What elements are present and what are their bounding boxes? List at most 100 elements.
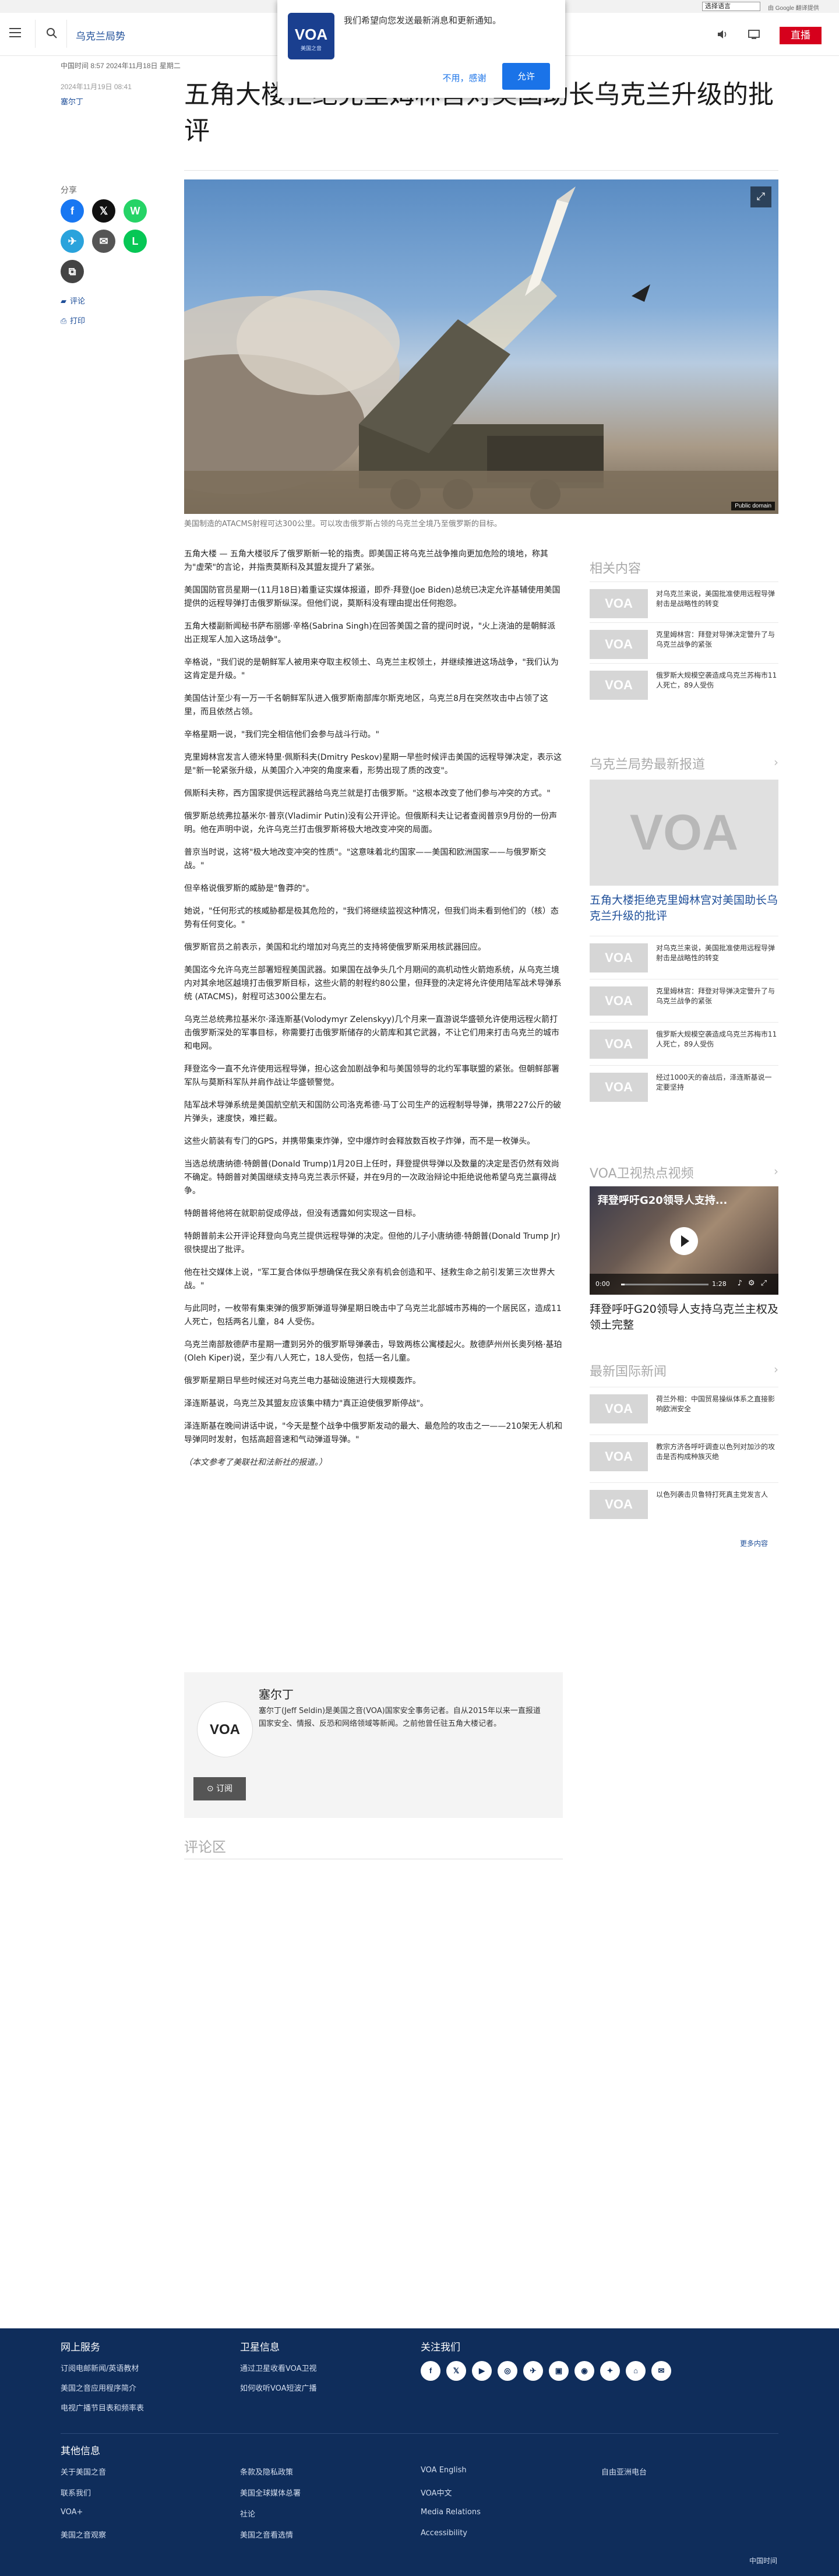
rss-icon[interactable]: ✦ (600, 2361, 620, 2381)
app-icon[interactable]: ◉ (574, 2361, 594, 2381)
telegram-icon[interactable]: ✈ (523, 2361, 543, 2381)
more-link[interactable]: 更多内容 (740, 1538, 768, 1548)
ukraine-item[interactable]: VOA 俄罗斯大规模空袭造成乌克兰苏梅市11人死亡，89人受伤 (590, 1022, 778, 1063)
author-name[interactable]: 塞尔丁 (259, 1685, 294, 1702)
related-item-title[interactable]: 对乌克兰来说，美国批准使用远程导弹射击是战略性的转变 (656, 589, 778, 609)
live-button[interactable]: 直播 (780, 27, 822, 44)
paragraph: 辛格星期一说，"我们完全相信他们会参与战斗行动。" (184, 730, 379, 739)
line-share-icon[interactable]: L (124, 230, 147, 253)
author-link[interactable]: 塞尔丁 (61, 96, 83, 107)
tv-icon[interactable] (748, 29, 760, 39)
ukraine-heading[interactable]: 乌克兰局势最新报道 › (590, 754, 778, 773)
video-caption[interactable]: 拜登呼吁G20领导人支持乌克兰主权及领土完整 (590, 1302, 778, 1333)
footer-link[interactable]: 美国之音应用程序简介 (61, 2382, 136, 2393)
copy-link-icon[interactable]: ⧉ (61, 260, 84, 283)
thumbnail: VOA (590, 671, 648, 700)
comment-link[interactable]: ▰ 评论 (61, 295, 85, 306)
article-body: 五角大楼 — 五角大楼驳斥了俄罗斯新一轮的指责。即美国正将乌克兰战争推向更加危险… (184, 548, 563, 1479)
logo-text: VOA (294, 26, 328, 43)
paragraph: 但辛格说俄罗斯的威胁是"鲁莽的"。 (184, 884, 314, 893)
ukraine-item-title[interactable]: 克里姆林宫：拜登对导弹决定警升了与乌克兰战争的紧张 (656, 986, 778, 1006)
email-share-icon[interactable]: ✉ (92, 230, 115, 253)
featured-thumbnail[interactable]: VOA (590, 780, 778, 886)
video-controls: 0:00 1:28 ♪⚙⤢ (590, 1274, 778, 1295)
instagram-icon[interactable]: ◎ (498, 2361, 517, 2381)
video-progress-fill (621, 1284, 625, 1285)
related-item[interactable]: VOA 俄罗斯大规模空袭造成乌克兰苏梅市11人死亡，89人受伤 (590, 663, 778, 704)
play-icon[interactable] (670, 1227, 698, 1255)
expand-icon[interactable]: ⤢ (750, 186, 771, 207)
video-heading-label: VOA卫视热点视频 (590, 1167, 694, 1181)
intl-item[interactable]: VOA 以色列袭击贝鲁特打死真主党发言人 (590, 1482, 778, 1523)
intl-heading[interactable]: 最新国际新闻 › (590, 1361, 778, 1380)
intl-item[interactable]: VOA 教宗方济各呼吁调查以色列对加沙的攻击是否构成种族灭绝 (590, 1435, 778, 1475)
facebook-share-icon[interactable]: f (61, 199, 84, 223)
video-control-icons[interactable]: ♪⚙⤢ (738, 1279, 773, 1288)
video-player[interactable]: 拜登呼吁G20领导人支持... 0:00 1:28 ♪⚙⤢ (590, 1186, 778, 1295)
ukraine-item[interactable]: VOA 克里姆林宫：拜登对导弹决定警升了与乌克兰战争的紧张 (590, 979, 778, 1020)
subscribe-button[interactable]: ⊙ 订阅 (193, 1777, 246, 1800)
footer-link[interactable]: VOA English (421, 2466, 467, 2475)
facebook-icon[interactable]: f (421, 2361, 440, 2381)
print-link[interactable]: ⎙ 打印 (61, 315, 85, 326)
telegram-share-icon[interactable]: ✈ (61, 230, 84, 253)
logo-subtext: 美国之音 (300, 46, 322, 52)
footer-link[interactable]: 社论 (240, 2508, 255, 2519)
section-title[interactable]: 乌克兰局势 (76, 28, 125, 43)
footer-link[interactable]: 美国之音看选情 (240, 2529, 293, 2540)
thumbnail: VOA (590, 630, 648, 659)
search-icon[interactable] (45, 27, 58, 40)
home-icon[interactable]: ⌂ (626, 2361, 646, 2381)
x-icon[interactable]: 𝕏 (446, 2361, 466, 2381)
ukraine-item-title[interactable]: 俄罗斯大规模空袭造成乌克兰苏梅市11人死亡，89人受伤 (656, 1030, 778, 1049)
video-overlay-title: 拜登呼吁G20领导人支持... (598, 1194, 728, 1207)
footer-link[interactable]: 美国全球媒体总署 (240, 2487, 301, 2498)
related-item[interactable]: VOA 克里姆林宫：拜登对导弹决定警升了与乌克兰战争的紧张 (590, 622, 778, 663)
video-progress-bar[interactable] (621, 1284, 708, 1285)
ukraine-item-title[interactable]: 对乌克兰来说，美国批准使用远程导弹射击是战略性的转变 (656, 943, 778, 963)
footer-link[interactable]: 订阅电邮新闻/英语教材 (61, 2362, 139, 2373)
thumbnail: VOA (590, 1394, 648, 1423)
menu-icon[interactable] (9, 28, 21, 40)
paragraph: 俄罗斯星期日早些时候还对乌克兰电力基础设施进行大规模轰炸。 (184, 1376, 421, 1386)
intl-item-title[interactable]: 荷兰外相：中国贸易操纵体系之直接影响欧洲安全 (656, 1394, 778, 1414)
related-item[interactable]: VOA 对乌克兰来说，美国批准使用远程导弹射击是战略性的转变 (590, 582, 778, 622)
footer-link[interactable]: 电视广播节目表和频率表 (61, 2402, 144, 2413)
email-icon[interactable]: ✉ (651, 2361, 671, 2381)
chevron-right-icon: › (774, 1362, 778, 1376)
footer-link[interactable]: 自由亚洲电台 (601, 2466, 647, 2477)
footer-link[interactable]: 美国之音观察 (61, 2529, 106, 2540)
footer-link[interactable]: Accessibility (421, 2529, 467, 2538)
footer-link[interactable]: Media Relations (421, 2508, 481, 2517)
thumbnail: VOA (590, 1442, 648, 1471)
update-date: 2024年11月19日 08:41 (61, 83, 132, 91)
related-item-title[interactable]: 克里姆林宫：拜登对导弹决定警升了与乌克兰战争的紧张 (656, 630, 778, 650)
ukraine-item[interactable]: VOA 对乌克兰来说，美国批准使用远程导弹射击是战略性的转变 (590, 936, 778, 977)
footer-link[interactable]: 通过卫星收看VOA卫视 (240, 2362, 317, 2373)
footer-link[interactable]: 联系我们 (61, 2487, 91, 2498)
related-item-title[interactable]: 俄罗斯大规模空袭造成乌克兰苏梅市11人死亡，89人受伤 (656, 671, 778, 690)
allow-button[interactable]: 允许 (502, 63, 550, 90)
paragraph: 特朗普将他将在就职前促成停战，但没有透露如何实现这一目标。 (184, 1209, 421, 1218)
paragraph: 普京当时说，这将"极大地改变冲突的性质"。"这意味着北约国家——美国和欧洲国家—… (184, 848, 547, 871)
x-share-icon[interactable]: 𝕏 (92, 199, 115, 223)
footer-link[interactable]: VOA中文 (421, 2487, 452, 2498)
language-select[interactable]: 选择语言 (702, 2, 760, 11)
footer-link[interactable]: 如何收听VOA短波广播 (240, 2382, 317, 2393)
ukraine-item[interactable]: VOA 经过1000天的奋战后，泽连斯基说一定要坚持 (590, 1065, 778, 1106)
ukraine-item-title[interactable]: 经过1000天的奋战后，泽连斯基说一定要坚持 (656, 1073, 778, 1093)
footer-link[interactable]: 关于美国之音 (61, 2466, 106, 2477)
intl-item-title[interactable]: 教宗方济各呼吁调查以色列对加沙的攻击是否构成种族灭绝 (656, 1442, 778, 1462)
speaker-icon[interactable] (717, 29, 728, 40)
youtube-icon[interactable]: ▶ (472, 2361, 492, 2381)
video-heading[interactable]: VOA卫视热点视频 › (590, 1163, 778, 1182)
whatsapp-share-icon[interactable]: W (124, 199, 147, 223)
intl-item-title[interactable]: 以色列袭击贝鲁特打死真主党发言人 (656, 1490, 778, 1500)
satellite-heading: 卫星信息 (240, 2342, 280, 2353)
podcast-icon[interactable]: ▣ (549, 2361, 569, 2381)
featured-title[interactable]: 五角大楼拒绝克里姆林宫对美国助长乌克兰升级的批评 (590, 893, 778, 924)
decline-button[interactable]: 不用，感谢 (432, 66, 496, 90)
footer-link[interactable]: VOA+ (61, 2508, 83, 2517)
footer-link[interactable]: 条款及隐私政策 (240, 2466, 293, 2477)
intl-item[interactable]: VOA 荷兰外相：中国贸易操纵体系之直接影响欧洲安全 (590, 1387, 778, 1428)
